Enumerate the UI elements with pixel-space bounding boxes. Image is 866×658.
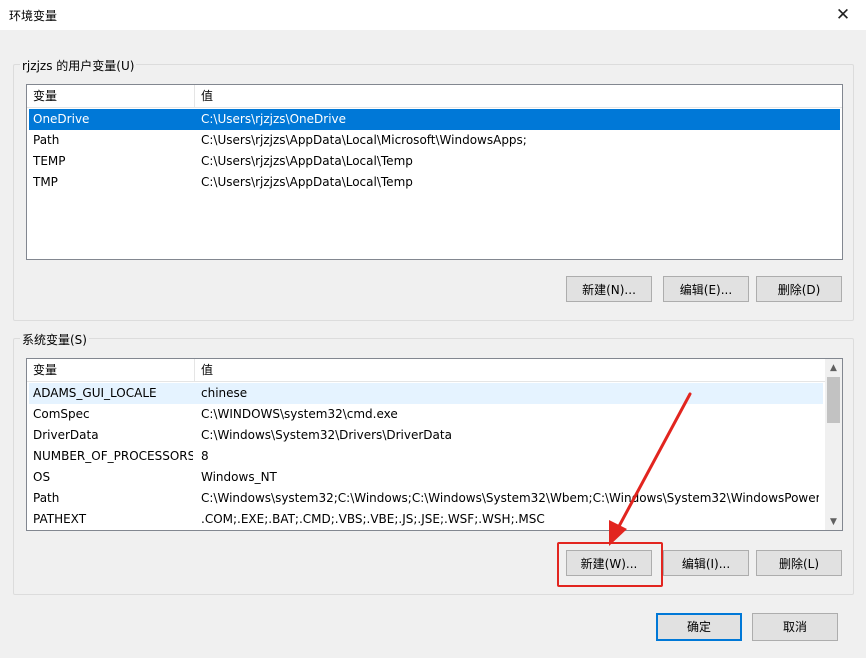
user-variables-label: rjzjzs 的用户变量(U): [20, 57, 137, 74]
variable-value: .COM;.EXE;.BAT;.CMD;.VBS;.VBE;.JS;.JSE;.…: [201, 512, 545, 526]
system-edit-button[interactable]: 编辑(I)...: [663, 550, 749, 576]
variable-value: C:\Users\rjzjzs\OneDrive: [201, 112, 347, 126]
scrollbar-thumb[interactable]: [827, 377, 840, 423]
list-item[interactable]: Path C:\Windows\system32;C:\Windows;C:\Wi…: [29, 488, 823, 509]
variable-value: C:\Users\rjzjzs\AppData\Local\Temp: [201, 175, 413, 189]
column-header-value[interactable]: 值: [195, 85, 842, 107]
column-header-value[interactable]: 值: [195, 359, 825, 381]
list-item[interactable]: DriverData C:\Windows\System32\Drivers\Dr…: [29, 425, 823, 446]
variable-name: NUMBER_OF_PROCESSORS: [33, 449, 193, 463]
user-variables-list[interactable]: 变量 值 OneDrive C:\Users\rjzjzs\OneDrive Pat…: [26, 84, 843, 260]
variable-name: PATHEXT: [33, 512, 87, 526]
close-icon[interactable]: ✕: [820, 0, 866, 30]
title-bar: 环境变量 ✕: [0, 0, 866, 30]
variable-name: TEMP: [33, 154, 66, 168]
user-edit-button[interactable]: 编辑(E)...: [663, 276, 749, 302]
variable-name: TMP: [33, 175, 58, 189]
cancel-button[interactable]: 取消: [752, 613, 838, 641]
variable-name: Path: [33, 133, 60, 147]
variable-value: Windows_NT: [201, 470, 277, 484]
variable-name: OS: [33, 470, 51, 484]
ok-button[interactable]: 确定: [656, 613, 742, 641]
scroll-up-icon[interactable]: ▲: [825, 359, 842, 376]
variable-name: Path: [33, 491, 60, 505]
variable-value: C:\WINDOWS\system32\cmd.exe: [201, 407, 398, 421]
list-item[interactable]: NUMBER_OF_PROCESSORS 8: [29, 446, 823, 467]
variable-name: ADAMS_GUI_LOCALE: [33, 386, 157, 400]
list-item[interactable]: TMP C:\Users\rjzjzs\AppData\Local\Temp: [29, 172, 840, 193]
list-item[interactable]: TEMP C:\Users\rjzjzs\AppData\Local\Temp: [29, 151, 840, 172]
system-variables-label: 系统变量(S): [20, 331, 89, 348]
system-variables-list[interactable]: 变量 值 ADAMS_GUI_LOCALE chinese ComSpec C:\WI…: [26, 358, 843, 531]
list-item[interactable]: ComSpec C:\WINDOWS\system32\cmd.exe: [29, 404, 823, 425]
list-item[interactable]: OS Windows_NT: [29, 467, 823, 488]
variable-value: 8: [201, 449, 209, 463]
column-header-variable[interactable]: 变量: [27, 85, 195, 107]
list-header: 变量 值: [27, 359, 825, 382]
user-new-button[interactable]: 新建(N)...: [566, 276, 652, 302]
list-item[interactable]: PATHEXT .COM;.EXE;.BAT;.CMD;.VBS;.VBE;.JS…: [29, 509, 823, 530]
list-item[interactable]: ADAMS_GUI_LOCALE chinese: [29, 383, 823, 404]
variable-value: C:\Users\rjzjzs\AppData\Local\Microsoft\…: [201, 133, 527, 147]
annotation-arrow-icon: [609, 392, 692, 546]
scroll-down-icon[interactable]: ▼: [825, 513, 842, 530]
system-delete-button[interactable]: 删除(L): [756, 550, 842, 576]
variable-value: chinese: [201, 386, 248, 400]
list-item[interactable]: Path C:\Users\rjzjzs\AppData\Local\Micros…: [29, 130, 840, 151]
variable-value: C:\Windows\system32;C:\Windows;C:\Window…: [201, 491, 819, 505]
variable-name: DriverData: [33, 428, 99, 442]
user-delete-button[interactable]: 删除(D): [756, 276, 842, 302]
column-header-variable[interactable]: 变量: [27, 359, 195, 381]
list-item[interactable]: OneDrive C:\Users\rjzjzs\OneDrive: [29, 109, 840, 130]
window-title: 环境变量: [9, 9, 58, 23]
list-header: 变量 值: [27, 85, 842, 108]
variable-value: C:\Windows\System32\Drivers\DriverData: [201, 428, 452, 442]
system-list-scrollbar[interactable]: ▲ ▼: [825, 359, 842, 530]
variable-name: OneDrive: [33, 112, 90, 126]
variable-value: C:\Users\rjzjzs\AppData\Local\Temp: [201, 154, 413, 168]
variable-name: ComSpec: [33, 407, 90, 421]
